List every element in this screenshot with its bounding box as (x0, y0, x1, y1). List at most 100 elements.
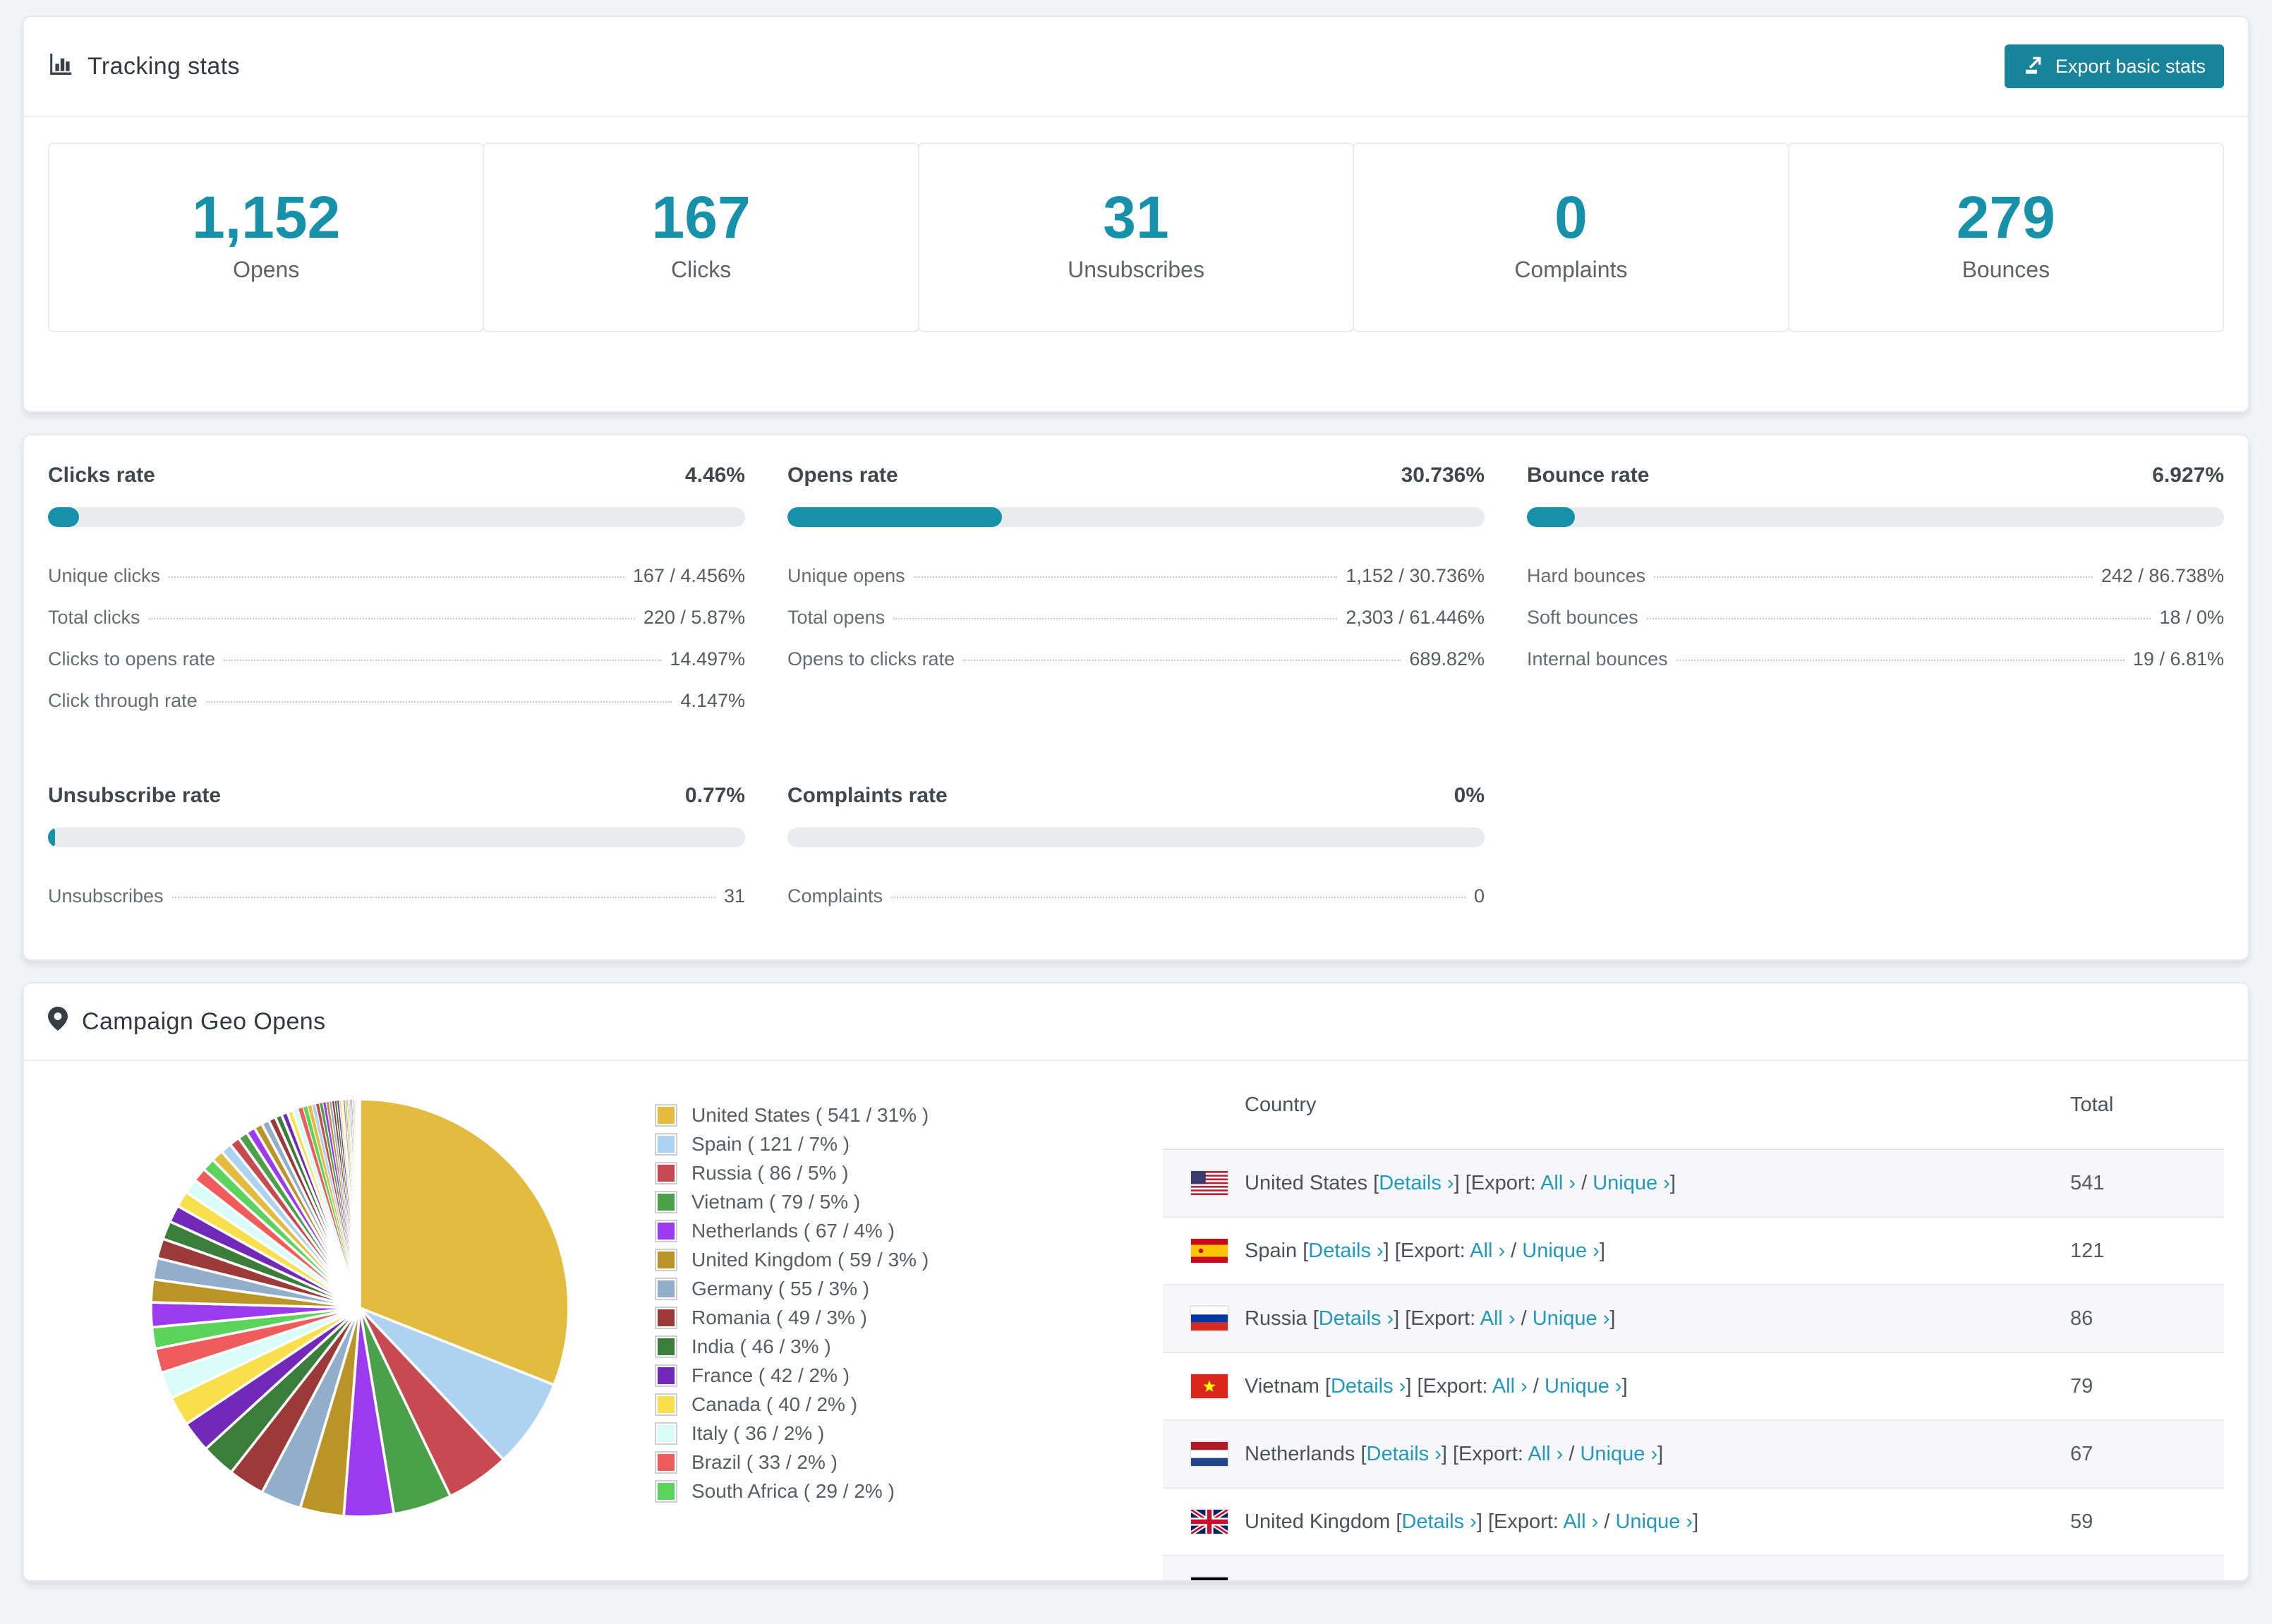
table-row-spain: Spain [Details ›] [Export: All › / Uniqu… (1163, 1218, 2224, 1285)
geo-title-group: Campaign Geo Opens (48, 1007, 326, 1036)
legend-label: Brazil ( 33 / 2% ) (691, 1450, 838, 1473)
total-cell: 59 (2070, 1510, 2093, 1533)
bracket-text: [ (1312, 1307, 1319, 1330)
flag-icon-es (1191, 1239, 1228, 1263)
tracking-stats-title-group: Tracking stats (48, 51, 240, 82)
dotted-leader (1676, 660, 2125, 661)
legend-swatch (655, 1219, 677, 1242)
details-link[interactable]: Details › (1401, 1510, 1476, 1533)
export-all-link[interactable]: All › (1501, 1578, 1537, 1581)
country-name: Vietnam (1245, 1374, 1325, 1398)
legend-label: Netherlands ( 67 / 4% ) (691, 1219, 895, 1242)
geo-legend: United States ( 541 / 31% ) Spain ( 121 /… (655, 1061, 1163, 1580)
rate-row-label: Total opens (787, 607, 886, 628)
legend-swatch (655, 1132, 677, 1156)
details-link[interactable]: Details › (1367, 1443, 1442, 1465)
bracket-text: [ (1373, 1171, 1379, 1194)
geo-opens-header: Campaign Geo Opens (24, 983, 2248, 1061)
rate-row-click-through-rate: Click through rate 4.147% (48, 680, 745, 722)
bracket-text: ] (1657, 1442, 1664, 1465)
rate-row-label: Click through rate (48, 690, 198, 711)
geo-section-title: Campaign Geo Opens (82, 1007, 326, 1035)
rate-title: Opens rate (787, 463, 898, 487)
stats-row: 1,152 Opens 167 Clicks 31 Unsubscribes 0 Compla… (48, 143, 2225, 332)
rate-row-total-opens: Total opens 2,303 / 61.446% (787, 597, 1485, 638)
legend-swatch-color (658, 1135, 675, 1153)
country-cell: United Kingdom [Details ›] [Export: All … (1245, 1510, 2070, 1534)
column-header-total: Total (2070, 1093, 2114, 1116)
stat-box-unsubscribes: 31 Unsubscribes (917, 143, 1355, 332)
total-cell: 541 (2070, 1171, 2105, 1194)
export-unique-link[interactable]: Unique › (1545, 1375, 1622, 1398)
export-all-link[interactable]: All › (1528, 1443, 1563, 1465)
country-name: Germany (1245, 1578, 1334, 1581)
legend-item: Vietnam ( 79 / 5% ) (655, 1187, 1163, 1216)
separator-text: / (1563, 1442, 1581, 1465)
rate-row-label: Unique opens (787, 565, 905, 586)
dotted-leader (169, 576, 624, 578)
geo-opens-card: Campaign Geo Opens United States ( 541 /… (23, 982, 2249, 1582)
stat-value: 279 (1956, 184, 2055, 250)
export-unique-link[interactable]: Unique › (1522, 1240, 1600, 1262)
stat-box-opens: 1,152 Opens (48, 143, 485, 332)
total-cell: 79 (2070, 1374, 2093, 1398)
legend-label: Vietnam ( 79 / 5% ) (691, 1190, 861, 1213)
legend-label: South Africa ( 29 / 2% ) (691, 1479, 895, 1502)
geo-pie-chart[interactable] (148, 1096, 572, 1520)
rate-row-unsubscribes: Unsubscribes 31 (48, 875, 745, 917)
country-name: Netherlands (1245, 1442, 1361, 1465)
total-cell: 55 (2070, 1578, 2224, 1581)
legend-swatch (655, 1335, 677, 1358)
rate-row-value: 31 (723, 885, 745, 907)
legend-item: France ( 42 / 2% ) (655, 1361, 1163, 1390)
export-all-link[interactable]: All › (1470, 1240, 1505, 1262)
export-all-link[interactable]: All › (1540, 1172, 1576, 1194)
export-basic-stats-button[interactable]: Export basic stats (2004, 44, 2224, 88)
export-unique-link[interactable]: Unique › (1533, 1307, 1610, 1330)
legend-swatch-color (658, 1395, 675, 1413)
export-unique-link[interactable]: Unique › (1580, 1443, 1657, 1465)
rate-row-opens-to-clicks-rate: Opens to clicks rate 689.82% (787, 638, 1485, 680)
rate-title: Unsubscribe rate (48, 784, 222, 807)
legend-swatch (655, 1190, 677, 1213)
country-cell: Germany [Details ›] [Export: All › / Uni… (1245, 1578, 2070, 1581)
bracket-text: ] (1609, 1307, 1616, 1330)
details-link[interactable]: Details › (1340, 1578, 1415, 1581)
separator-text: / (1505, 1239, 1523, 1262)
table-row-united-kingdom: United Kingdom [Details ›] [Export: All … (1163, 1489, 2224, 1556)
export-unique-link[interactable]: Unique › (1554, 1578, 1631, 1581)
details-link[interactable]: Details › (1319, 1307, 1394, 1330)
details-link[interactable]: Details › (1331, 1375, 1406, 1398)
bracket-text: ] (1669, 1171, 1676, 1194)
legend-label: United Kingdom ( 59 / 3% ) (691, 1248, 929, 1271)
export-unique-link[interactable]: Unique › (1593, 1172, 1670, 1194)
legend-swatch (655, 1306, 677, 1329)
legend-item: Canada ( 40 / 2% ) (655, 1390, 1163, 1419)
rate-row-unique-opens: Unique opens 1,152 / 30.736% (787, 555, 1485, 597)
export-all-link[interactable]: All › (1480, 1307, 1516, 1330)
legend-swatch (655, 1393, 677, 1416)
legend-swatch-color (658, 1251, 675, 1268)
export-unique-link[interactable]: Unique › (1615, 1510, 1693, 1533)
stat-value: 167 (651, 184, 751, 250)
rate-row-label: Hard bounces (1527, 565, 1646, 586)
progress-bar-fill (787, 507, 1002, 527)
legend-item: Spain ( 121 / 7% ) (655, 1129, 1163, 1158)
rate-value: 6.927% (2152, 463, 2224, 487)
tracking-stats-header: Tracking stats Export basic stats (24, 17, 2248, 117)
bracket-text: ] [Export: (1476, 1510, 1564, 1533)
country-cell: Russia [Details ›] [Export: All › / Uniq… (1245, 1307, 2070, 1331)
details-link[interactable]: Details › (1308, 1240, 1383, 1262)
export-all-link[interactable]: All › (1492, 1375, 1528, 1398)
legend-swatch-color (658, 1424, 675, 1442)
bracket-text: ] (1631, 1578, 1637, 1581)
export-all-link[interactable]: All › (1563, 1510, 1598, 1533)
rate-row-label: Soft bounces (1527, 607, 1638, 628)
rate-row-label: Complaints (787, 885, 883, 907)
dotted-leader (891, 897, 1466, 898)
stat-label: Unsubscribes (1068, 257, 1204, 282)
details-link[interactable]: Details › (1379, 1172, 1454, 1194)
export-icon (2023, 54, 2044, 80)
rate-row-value: 2,303 / 61.446% (1346, 607, 1485, 628)
geo-table-body: United States [Details ›] [Export: All ›… (1163, 1150, 2224, 1581)
